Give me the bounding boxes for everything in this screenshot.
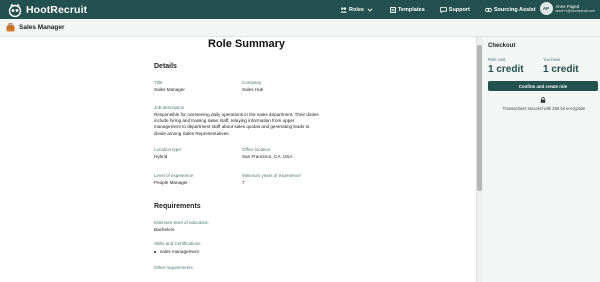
user-info: Anne Paged anne+1@hootrecruit.com bbox=[556, 4, 595, 13]
security-note: Transactions secured with 256 bit encryp… bbox=[502, 106, 586, 111]
briefcase-icon bbox=[6, 23, 15, 32]
job-description-text: Responsible for overseeing daily operati… bbox=[154, 112, 332, 137]
nav-support-label: Support bbox=[448, 6, 470, 13]
user-email: anne+1@hootrecruit.com bbox=[555, 8, 595, 13]
chevron-down-icon bbox=[367, 7, 373, 12]
you-have-value: 1 credit bbox=[543, 64, 579, 75]
location-type-label: Location type bbox=[154, 147, 181, 152]
role-subheader: Sales Manager bbox=[0, 19, 600, 37]
scrollbar-thumb[interactable] bbox=[477, 45, 482, 191]
title-label: Title bbox=[154, 80, 163, 85]
other-requirements-label: Other requirements bbox=[154, 265, 193, 270]
education-label: Minimum level of education bbox=[154, 220, 209, 225]
you-have-label: You have bbox=[543, 57, 561, 62]
role-cost-label: Role cost bbox=[488, 57, 506, 62]
nav-sourcing-assist[interactable]: Sourcing Assist bbox=[484, 6, 536, 13]
experience-level-value: People Manager bbox=[154, 180, 188, 185]
requirements-heading: Requirements bbox=[154, 203, 201, 210]
nav-roles[interactable]: Roles bbox=[340, 7, 375, 13]
brand-name: HootRecruit bbox=[26, 3, 88, 16]
title-value: Sales Manager bbox=[154, 87, 185, 92]
templates-icon bbox=[390, 6, 396, 13]
role-cost-value: 1 credit bbox=[488, 64, 524, 75]
brand-logo[interactable]: HootRecruit bbox=[7, 3, 87, 17]
office-location-label: Office location bbox=[242, 147, 271, 152]
nav-sourcing-label: Sourcing Assist bbox=[493, 6, 536, 13]
details-heading: Details bbox=[154, 63, 177, 70]
main-nav: Roles Templates Support Sourcing Assist bbox=[340, 0, 551, 19]
job-description-label: Job description bbox=[154, 105, 185, 110]
location-type-value: Hybrid bbox=[154, 154, 168, 159]
avatar[interactable]: AP bbox=[539, 2, 553, 15]
nav-roles-label: Roles bbox=[349, 6, 364, 13]
checkout-title: Checkout bbox=[488, 43, 516, 49]
owl-logo-icon bbox=[8, 3, 22, 17]
page-title: Role Summary bbox=[208, 38, 286, 50]
lock-icon bbox=[540, 97, 546, 103]
skill-item: sales management bbox=[154, 249, 199, 254]
role-name: Sales Manager bbox=[19, 24, 65, 31]
nav-support[interactable]: Support bbox=[439, 6, 470, 13]
office-location-value: San Francisco, CA, USA bbox=[242, 154, 293, 159]
sourcing-icon bbox=[484, 7, 492, 12]
skills-label: Skills and Certifications bbox=[154, 241, 201, 246]
min-years-label: Minimum years of experience bbox=[242, 173, 301, 178]
min-years-value: 7 bbox=[242, 180, 245, 185]
job-description-line: management to department staff about sal… bbox=[154, 124, 310, 130]
nav-templates[interactable]: Templates bbox=[390, 7, 425, 13]
experience-level-label: Level of experience bbox=[154, 173, 194, 178]
user-menu[interactable]: AP Anne Paged anne+1@hootrecruit.com bbox=[539, 2, 595, 15]
company-label: Company bbox=[242, 80, 262, 85]
people-icon bbox=[340, 6, 347, 13]
company-value: Sales Hub bbox=[242, 87, 264, 92]
chat-icon bbox=[439, 6, 447, 13]
confirm-create-role-button[interactable]: Confirm and create role bbox=[488, 81, 598, 91]
job-description-line: divide among Sales Representatives. bbox=[154, 130, 230, 136]
role-summary-panel bbox=[0, 37, 483, 282]
nav-templates-label: Templates bbox=[397, 6, 425, 13]
education-value: Bachelors bbox=[154, 227, 175, 232]
top-navigation-bar: HootRecruit Roles Templates Support Sour… bbox=[0, 0, 600, 19]
